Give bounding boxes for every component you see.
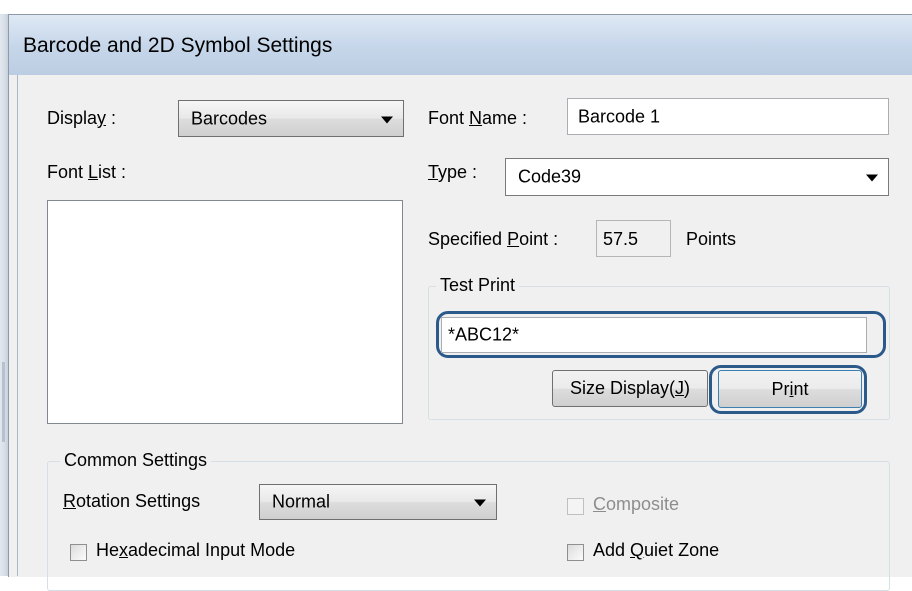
type-dropdown-value: Code39 bbox=[518, 166, 582, 187]
type-dropdown[interactable]: Code39 bbox=[505, 158, 889, 196]
test-print-group-title: Test Print bbox=[436, 275, 520, 296]
common-settings-group bbox=[47, 461, 890, 591]
font-name-input[interactable]: Barcode 1 bbox=[567, 98, 889, 135]
type-label: Type : bbox=[428, 162, 478, 182]
window-title: Barcode and 2D Symbol Settings bbox=[23, 34, 333, 57]
chevron-down-icon bbox=[381, 116, 393, 124]
chevron-down-icon bbox=[474, 499, 486, 507]
rotation-settings-value: Normal bbox=[272, 491, 331, 512]
test-print-input[interactable]: *ABC12* bbox=[441, 317, 867, 353]
chevron-down-icon bbox=[866, 174, 878, 182]
rotation-settings-label: Rotation Settings bbox=[63, 491, 201, 511]
font-list-label: Font List : bbox=[47, 162, 127, 182]
window-edge-mark bbox=[2, 362, 5, 442]
window-edge bbox=[0, 14, 8, 576]
hexadecimal-input-mode-checkbox[interactable] bbox=[70, 544, 87, 561]
common-settings-group-title: Common Settings bbox=[60, 450, 212, 471]
display-dropdown-value: Barcodes bbox=[191, 108, 268, 128]
print-button[interactable]: Pr i nt bbox=[718, 370, 862, 408]
points-unit-label: Points bbox=[686, 229, 737, 249]
test-print-value: *ABC12* bbox=[448, 324, 520, 345]
composite-label: Composite bbox=[593, 494, 680, 514]
display-label: Display : bbox=[47, 108, 117, 128]
font-list-box[interactable] bbox=[47, 200, 403, 424]
size-display-button[interactable]: Size Display(J) bbox=[552, 370, 708, 407]
rotation-settings-dropdown[interactable]: Normal bbox=[259, 484, 497, 520]
composite-checkbox[interactable] bbox=[567, 498, 584, 515]
specified-point-field: 57.5 bbox=[596, 220, 671, 257]
font-name-value: Barcode 1 bbox=[578, 106, 661, 126]
add-quiet-zone-label: Add Quiet Zone bbox=[593, 540, 720, 560]
add-quiet-zone-checkbox[interactable] bbox=[567, 544, 584, 561]
specified-point-value: 57.5 bbox=[603, 229, 639, 249]
font-name-label: Font Name : bbox=[428, 108, 528, 128]
display-dropdown[interactable]: Barcodes bbox=[178, 100, 404, 137]
specified-point-label: Specified Point : bbox=[428, 229, 559, 249]
hexadecimal-input-mode-label: Hexadecimal Input Mode bbox=[96, 540, 296, 560]
